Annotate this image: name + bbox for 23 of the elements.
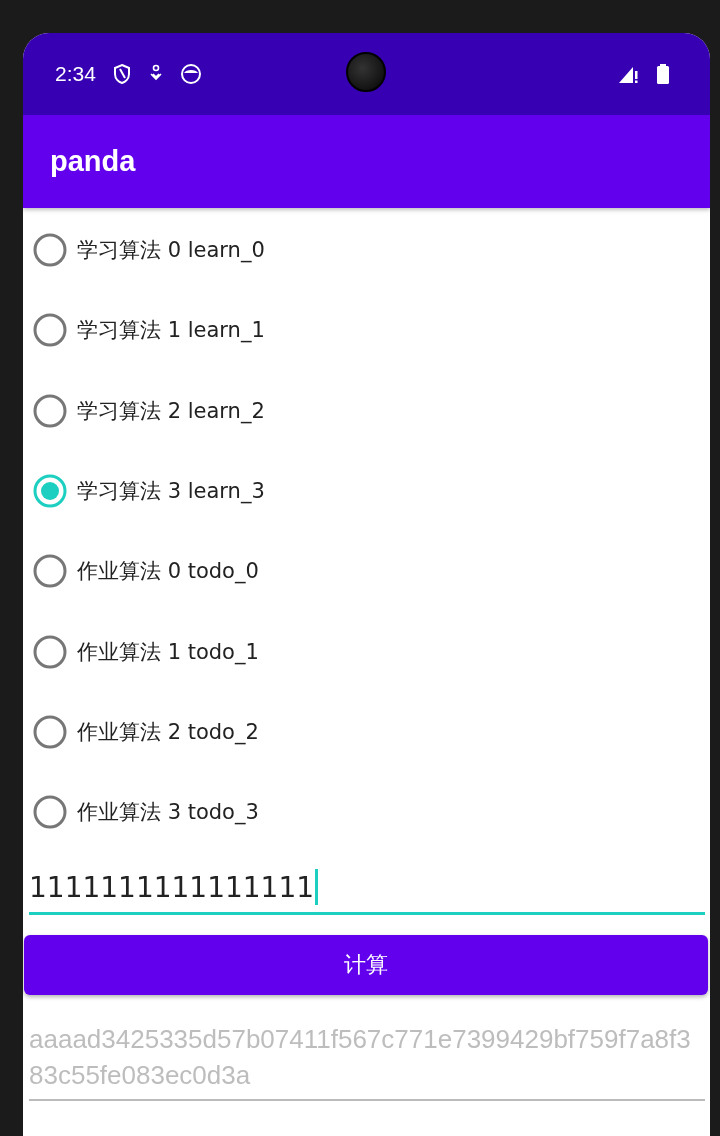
option-label[interactable]: 作业算法 1 todo_1 [77,637,259,666]
shield-icon [111,63,132,85]
radio-button[interactable] [33,474,67,509]
option-label[interactable]: 学习算法 1 learn_1 [77,316,265,345]
radio-button[interactable] [33,313,67,348]
option-label[interactable]: 作业算法 2 todo_2 [77,717,259,746]
calculate-button[interactable]: 计算 [24,935,708,996]
radio-button[interactable] [33,795,67,830]
option-label[interactable]: 学习算法 3 learn_3 [77,477,265,506]
option-label[interactable]: 学习算法 0 learn_0 [77,236,265,265]
radio-button[interactable] [33,233,67,268]
app-title: panda [50,145,136,178]
battery-icon [656,63,670,85]
input-field[interactable]: 1111111111111111 [29,862,705,916]
option-label[interactable]: 作业算法 3 todo_3 [77,798,259,827]
radio-button[interactable] [33,634,67,669]
clock-time: 2:34 [55,62,96,86]
radio-button[interactable] [33,714,67,749]
camera-lens-icon [346,52,386,92]
radio-button[interactable] [33,393,67,428]
radio-button[interactable] [33,554,67,589]
option-label[interactable]: 作业算法 0 todo_0 [77,557,259,586]
option-label[interactable]: 学习算法 2 learn_2 [77,396,265,425]
